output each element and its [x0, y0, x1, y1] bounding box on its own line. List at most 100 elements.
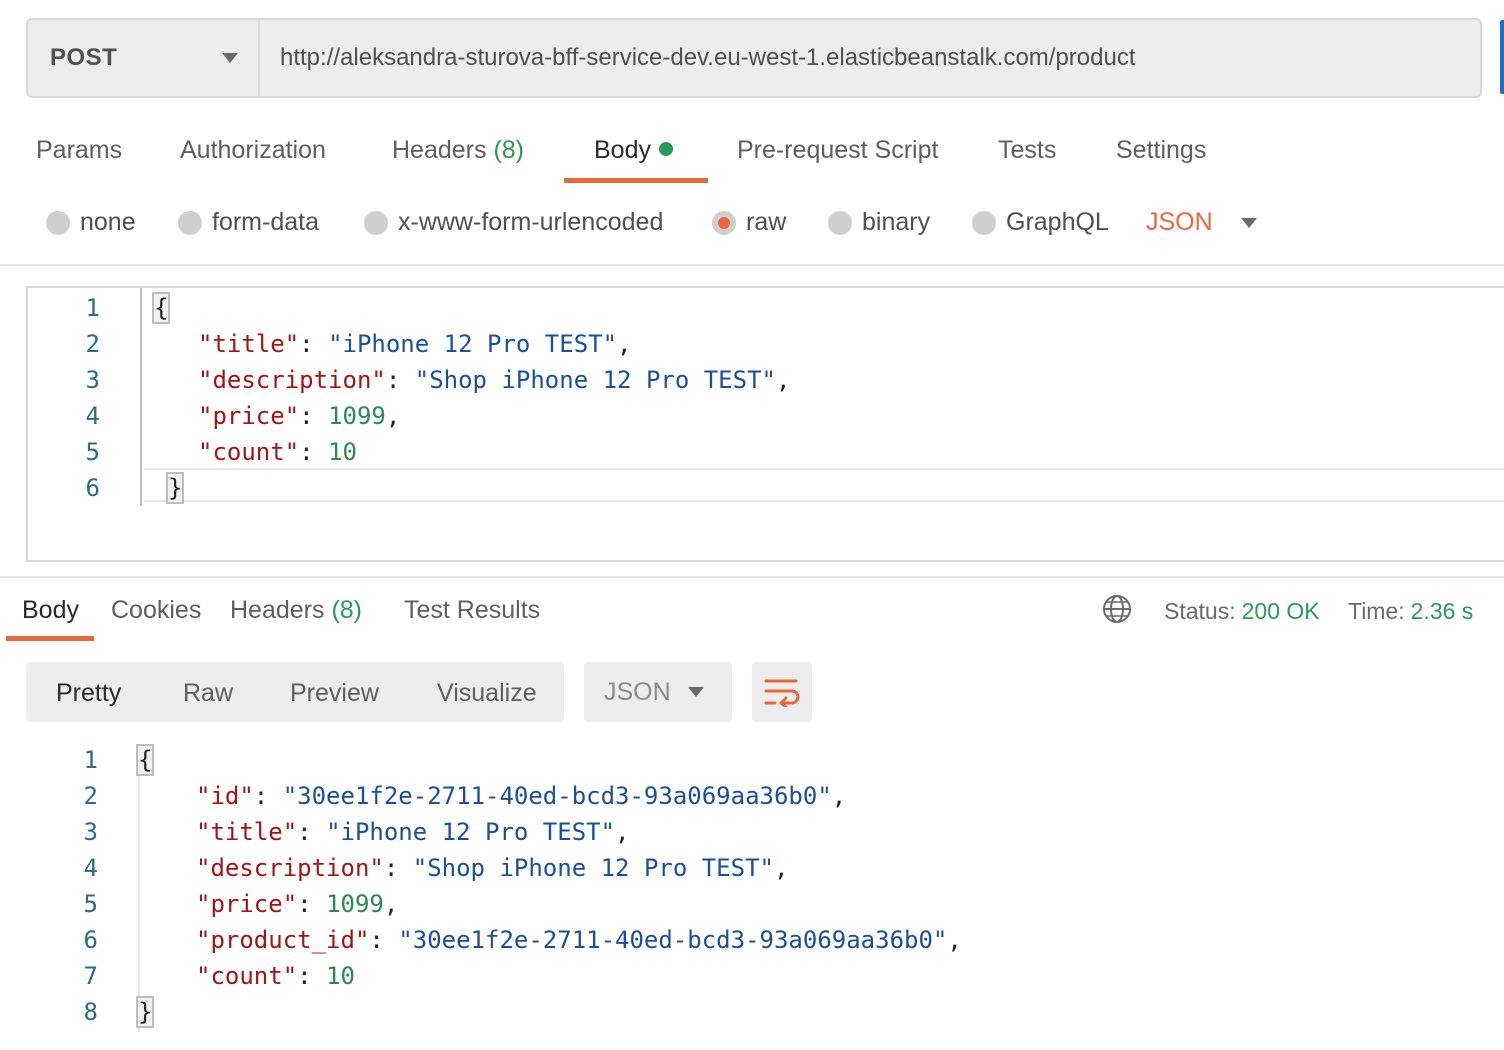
tab-params[interactable]: Params	[36, 136, 122, 165]
code-line: {	[151, 290, 171, 326]
radio-form-data-label: form-data	[212, 208, 319, 236]
line-number: 8	[83, 998, 98, 1026]
line-number: 3	[83, 818, 98, 846]
tab-prerequest-label: Pre-request Script	[737, 136, 939, 164]
radio-raw-label: raw	[746, 208, 787, 236]
request-body-editor[interactable]: 1 {2 "title": "iPhone 12 Pro TEST", 3 "descr…	[26, 286, 1504, 562]
time-label: Time:	[1348, 598, 1405, 624]
radio-none[interactable]: none	[46, 208, 136, 237]
line-number: 1	[83, 746, 98, 774]
tab-tests[interactable]: Tests	[998, 136, 1056, 165]
wrap-lines-icon	[764, 679, 800, 707]
request-url-bar: POST	[26, 18, 1482, 98]
request-tabs: Params Authorization Headers (8) Body Pr…	[0, 120, 1504, 184]
globe-icon[interactable]	[1102, 594, 1132, 624]
send-button-edge[interactable]	[1500, 20, 1504, 94]
line-number: 5	[85, 438, 100, 466]
radio-raw[interactable]: raw	[712, 208, 786, 237]
url-input[interactable]	[260, 20, 1480, 96]
radio-checked-icon	[712, 210, 736, 235]
body-language-label: JSON	[1146, 208, 1213, 236]
line-number: 2	[83, 782, 98, 810]
radio-binary-label: binary	[862, 208, 931, 236]
tab-prerequest-script[interactable]: Pre-request Script	[737, 136, 938, 165]
json-key: "count"	[198, 438, 300, 466]
json-brace: {	[135, 744, 155, 776]
tab-authorization-label: Authorization	[180, 136, 326, 164]
tab-body[interactable]: Body	[594, 136, 673, 165]
view-raw-button[interactable]: Raw	[183, 679, 233, 708]
view-visualize-button[interactable]: Visualize	[437, 679, 537, 708]
json-number-value: 1099	[328, 402, 386, 430]
tab-headers[interactable]: Headers (8)	[392, 136, 524, 165]
radio-form-data[interactable]: form-data	[178, 208, 319, 237]
json-string-value: "30ee1f2e-2711-40ed-bcd3-93a069aa36b0"	[398, 926, 948, 954]
json-string-value: "iPhone 12 Pro TEST"	[328, 330, 618, 358]
line-number: 5	[83, 890, 98, 918]
json-key: "product_id"	[196, 926, 370, 954]
section-divider	[0, 264, 1504, 266]
tab-settings[interactable]: Settings	[1116, 136, 1206, 165]
headers-count-badge: (8)	[493, 136, 525, 164]
view-pretty-button[interactable]: Pretty	[56, 679, 121, 708]
tab-settings-label: Settings	[1116, 136, 1207, 164]
response-time: Time: 2.36 s	[1348, 598, 1473, 625]
radio-graphql-label: GraphQL	[1006, 208, 1109, 236]
response-tab-cookies[interactable]: Cookies	[111, 596, 201, 625]
code-line: "price": 1099,	[196, 890, 399, 918]
code-line: "price": 1099,	[198, 402, 401, 430]
response-tab-body[interactable]: Body	[22, 596, 79, 625]
line-number: 4	[83, 854, 98, 882]
response-tab-headers-label: Headers	[230, 596, 325, 624]
chevron-down-icon	[222, 53, 238, 63]
radio-circle-icon	[178, 210, 202, 235]
response-format-select[interactable]: JSON	[584, 662, 732, 722]
method-select[interactable]: POST	[28, 20, 260, 96]
radio-graphql[interactable]: GraphQL	[972, 208, 1109, 237]
radio-circle-icon	[972, 210, 996, 235]
json-key: "description"	[198, 366, 386, 394]
line-number: 7	[83, 962, 98, 990]
radio-circle-icon	[828, 210, 852, 235]
radio-binary[interactable]: binary	[828, 208, 930, 237]
chevron-down-icon	[688, 687, 704, 697]
body-modified-dot	[658, 142, 673, 157]
tab-body-label: Body	[594, 136, 651, 164]
response-tab-body-label: Body	[22, 596, 79, 624]
json-key: "id"	[196, 782, 254, 810]
json-number-value: 10	[328, 438, 357, 466]
code-line: "description": "Shop iPhone 12 Pro TEST"…	[198, 366, 791, 394]
json-number-value: 1099	[326, 890, 384, 918]
tab-params-label: Params	[36, 136, 123, 164]
chevron-down-icon	[1240, 217, 1257, 228]
tab-authorization[interactable]: Authorization	[180, 136, 326, 165]
view-preview-button[interactable]: Preview	[290, 679, 379, 708]
json-string-value: "Shop iPhone 12 Pro TEST"	[414, 366, 776, 394]
response-tab-headers[interactable]: Headers (8)	[230, 596, 362, 625]
body-language-select[interactable]: JSON	[1146, 208, 1257, 237]
json-key: "price"	[196, 890, 298, 918]
json-key: "title"	[198, 330, 300, 358]
tab-headers-label: Headers	[392, 136, 487, 164]
json-string-value: "Shop iPhone 12 Pro TEST"	[412, 854, 774, 882]
line-number: 3	[85, 366, 100, 394]
code-line: }	[165, 470, 185, 506]
current-line-highlight	[144, 468, 1504, 502]
editor-gutter-border	[140, 288, 142, 506]
code-line: "title": "iPhone 12 Pro TEST",	[198, 330, 632, 358]
code-line: "title": "iPhone 12 Pro TEST",	[196, 818, 630, 846]
time-value: 2.36 s	[1410, 598, 1474, 624]
code-line: "id": "30ee1f2e-2711-40ed-bcd3-93a069aa3…	[196, 782, 847, 810]
section-divider	[0, 576, 1504, 578]
json-key: "price"	[198, 402, 300, 430]
json-number-value: 10	[326, 962, 355, 990]
line-number: 4	[85, 402, 100, 430]
response-format-label: JSON	[604, 677, 671, 706]
radio-urlencoded[interactable]: x-www-form-urlencoded	[364, 208, 663, 237]
radio-circle-icon	[364, 210, 388, 235]
json-string-value: "iPhone 12 Pro TEST"	[326, 818, 616, 846]
code-line: "count": 10	[196, 962, 355, 990]
wrap-lines-button[interactable]	[752, 662, 812, 722]
response-view-group: Pretty Raw Preview Visualize	[26, 662, 564, 722]
response-tab-test-results[interactable]: Test Results	[404, 596, 540, 625]
